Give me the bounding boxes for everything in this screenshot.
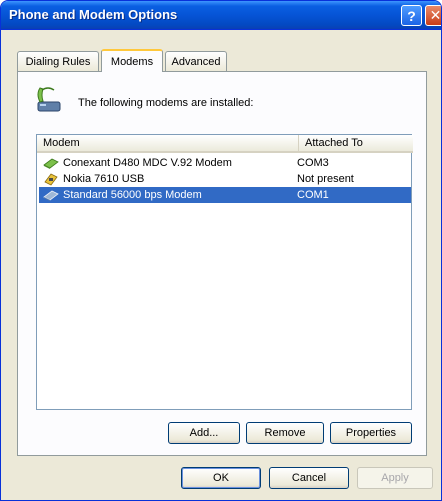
remove-button[interactable]: Remove [246, 422, 324, 444]
modems-tab-panel: The following modems are installed: Mode… [17, 71, 427, 456]
help-icon: ? [407, 7, 416, 24]
modem-name: Nokia 7610 USB [63, 173, 145, 185]
modem-port: Not present [297, 173, 354, 185]
title-bar[interactable]: Phone and Modem Options ? ✕ [1, 1, 442, 30]
add-button[interactable]: Add... [168, 422, 240, 444]
tab-advanced[interactable]: Advanced [165, 51, 227, 71]
tab-dialing-rules[interactable]: Dialing Rules [17, 51, 99, 71]
list-header: Modem Attached To [37, 135, 413, 153]
close-icon: ✕ [429, 7, 442, 23]
intro-text: The following modems are installed: [78, 97, 254, 109]
phone-modem-options-window: Phone and Modem Options ? ✕ Dialing Rule… [0, 0, 442, 501]
ok-button[interactable]: OK [181, 467, 261, 489]
modem-name: Standard 56000 bps Modem [63, 189, 202, 201]
tab-modems[interactable]: Modems [101, 49, 163, 72]
help-button[interactable]: ? [401, 5, 422, 26]
properties-button[interactable]: Properties [330, 422, 412, 444]
modem-port: COM1 [297, 189, 329, 201]
table-row-selected[interactable]: Standard 56000 bps Modem COM1 [39, 187, 411, 203]
phone-icon [44, 173, 58, 186]
table-row[interactable]: Nokia 7610 USB Not present [39, 171, 411, 187]
close-button[interactable]: ✕ [425, 5, 442, 26]
column-header-modem[interactable]: Modem [37, 135, 299, 153]
modem-icon [43, 158, 59, 169]
window-title: Phone and Modem Options [9, 7, 178, 22]
telephone-modem-icon [37, 87, 61, 112]
modem-port: COM3 [297, 157, 329, 169]
column-header-attached-to[interactable]: Attached To [299, 135, 413, 153]
modem-name: Conexant D480 MDC V.92 Modem [63, 157, 232, 169]
cancel-button[interactable]: Cancel [269, 467, 349, 489]
apply-button: Apply [357, 467, 433, 489]
table-row[interactable]: Conexant D480 MDC V.92 Modem COM3 [39, 155, 411, 171]
modem-list[interactable]: Modem Attached To Conexant D480 MDC V.92… [36, 134, 413, 410]
modem-icon [43, 190, 59, 201]
